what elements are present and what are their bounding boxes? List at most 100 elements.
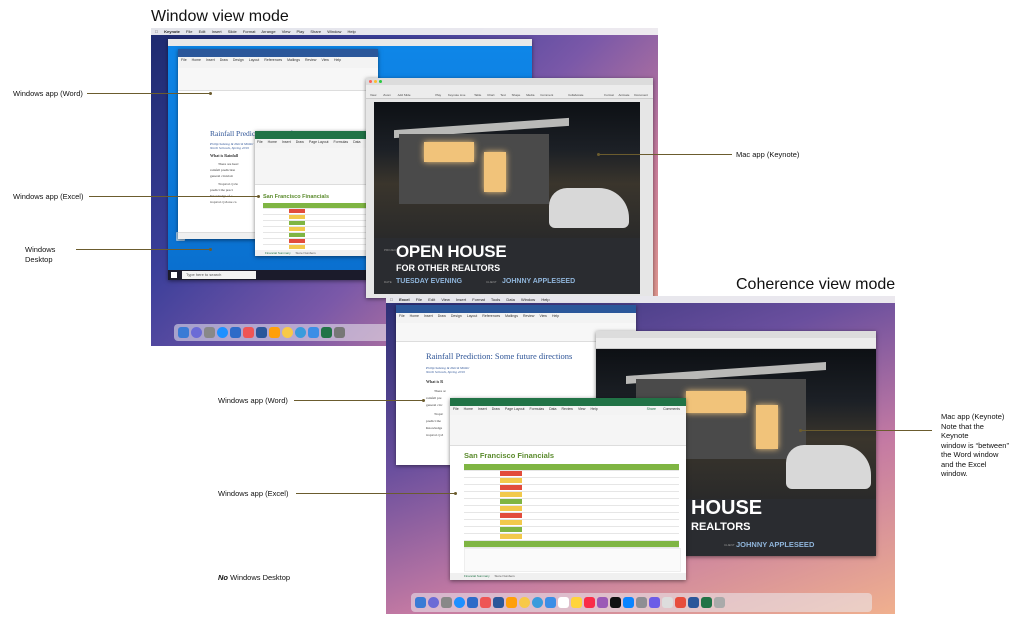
safari-icon[interactable]	[454, 597, 465, 608]
kn-add-slide-button[interactable]: Add Slide	[398, 93, 411, 97]
excel-tab-draw[interactable]: Draw	[296, 140, 304, 144]
word-tab-mailings[interactable]: Mailings	[505, 314, 518, 318]
excel-sheet-tab-summary[interactable]: Financial Summary	[464, 574, 490, 578]
apple-menu-icon[interactable]: 	[155, 29, 158, 34]
excel-dock-icon[interactable]	[321, 327, 332, 338]
minimize-icon[interactable]	[374, 80, 377, 83]
word-tab-references[interactable]: References	[264, 58, 282, 62]
menu-insert[interactable]: Insert	[212, 29, 222, 34]
launchpad-icon[interactable]	[204, 327, 215, 338]
excel-sheet-tab-store[interactable]: Store Numbers	[296, 251, 316, 255]
excel-tab-draw[interactable]: Draw	[492, 407, 500, 411]
word-tab-layout[interactable]: Layout	[249, 58, 260, 62]
excel-tab-file[interactable]: File	[257, 140, 263, 144]
excel-tab-formulas[interactable]: Formulas	[530, 407, 545, 411]
podcasts-icon[interactable]	[597, 597, 608, 608]
menu-play[interactable]: Play	[296, 29, 304, 34]
excel-grid[interactable]	[464, 464, 679, 548]
excel-tab-home[interactable]: Home	[268, 140, 277, 144]
kn-play-button[interactable]: Play	[435, 93, 441, 97]
menu-format[interactable]: Format	[243, 29, 256, 34]
kn-comment-button[interactable]: Comment	[540, 93, 553, 97]
menu-edit[interactable]: Edit	[428, 297, 435, 302]
word-tab-review[interactable]: Review	[523, 314, 534, 318]
menu-insert[interactable]: Insert	[456, 297, 466, 302]
word-tab-view[interactable]: View	[539, 314, 547, 318]
menu-file[interactable]: File	[416, 297, 422, 302]
siri-icon[interactable]	[428, 597, 439, 608]
edge-icon[interactable]	[295, 327, 306, 338]
calendar-icon[interactable]	[558, 597, 569, 608]
files-icon[interactable]	[308, 327, 319, 338]
finder-icon[interactable]	[415, 597, 426, 608]
excel-sheet-tab-summary[interactable]: Financial Summary	[265, 251, 291, 255]
siri-icon[interactable]	[191, 327, 202, 338]
kn-animate-button[interactable]: Animate	[618, 93, 629, 97]
excel-tab-review[interactable]: Review	[561, 407, 572, 411]
excel-window[interactable]: File Home Insert Draw Page Layout Formul…	[450, 398, 686, 580]
menu-edit[interactable]: Edit	[199, 29, 206, 34]
word-tab-layout[interactable]: Layout	[467, 314, 478, 318]
word-tab-insert[interactable]: Insert	[424, 314, 433, 318]
excel-tab-page-layout[interactable]: Page Layout	[309, 140, 329, 144]
skype-icon[interactable]	[649, 597, 660, 608]
menu-share[interactable]: Share	[310, 29, 321, 34]
photos-icon[interactable]	[519, 597, 530, 608]
kn-zoom-button[interactable]: Zoom	[383, 93, 391, 97]
word-tab-mailings[interactable]: Mailings	[287, 58, 300, 62]
chess-icon[interactable]	[662, 597, 673, 608]
excel-tab-help[interactable]: Help	[590, 407, 597, 411]
kn-media-button[interactable]: Media	[526, 93, 534, 97]
launchpad-icon[interactable]	[441, 597, 452, 608]
menu-window[interactable]: Window	[521, 297, 535, 302]
tv-icon[interactable]	[610, 597, 621, 608]
keynote-dock-icon[interactable]	[269, 327, 280, 338]
notes-icon[interactable]	[571, 597, 582, 608]
word-tab-home[interactable]: Home	[192, 58, 201, 62]
menu-format[interactable]: Format	[472, 297, 485, 302]
keynote-window[interactable]: View Zoom Add Slide Play Keynote Live Ta…	[366, 78, 653, 298]
word-tab-home[interactable]: Home	[410, 314, 419, 318]
word-tab-design[interactable]: Design	[233, 58, 244, 62]
menu-tools[interactable]: Tools	[491, 297, 500, 302]
excel-tab-data[interactable]: Data	[353, 140, 360, 144]
trash-icon[interactable]	[334, 327, 345, 338]
word-tab-draw[interactable]: Draw	[438, 314, 446, 318]
trash-icon[interactable]	[714, 597, 725, 608]
kn-shape-button[interactable]: Shape	[512, 93, 521, 97]
menu-view[interactable]: View	[282, 29, 291, 34]
menu-help[interactable]: Help	[541, 297, 549, 302]
excel-tab-data[interactable]: Data	[549, 407, 556, 411]
keynote-slide[interactable]: PROJECT OPEN HOUSE FOR OTHER REALTORS DA…	[374, 102, 640, 294]
excel-tab-insert[interactable]: Insert	[478, 407, 487, 411]
excel-grid[interactable]	[263, 203, 373, 251]
word-tab-review[interactable]: Review	[305, 58, 316, 62]
excel-tab-insert[interactable]: Insert	[282, 140, 291, 144]
word-dock-icon[interactable]	[256, 327, 267, 338]
word-dock-icon-2[interactable]	[688, 597, 699, 608]
edge-icon[interactable]	[532, 597, 543, 608]
word-tab-file[interactable]: File	[181, 58, 187, 62]
excel-tab-formulas[interactable]: Formulas	[334, 140, 349, 144]
finder-icon[interactable]	[178, 327, 189, 338]
kn-table-button[interactable]: Table	[474, 93, 481, 97]
excel-tab-view[interactable]: View	[578, 407, 586, 411]
photos-icon[interactable]	[282, 327, 293, 338]
kn-text-button[interactable]: Text	[500, 93, 506, 97]
excel-share-button[interactable]: Share	[647, 407, 656, 411]
kn-keynote-live-button[interactable]: Keynote Live	[448, 93, 465, 97]
files-icon[interactable]	[545, 597, 556, 608]
kn-view-button[interactable]: View	[370, 93, 376, 97]
excel-window[interactable]: File Home Insert Draw Page Layout Formul…	[255, 131, 377, 256]
menu-keynote[interactable]: Keynote	[164, 29, 180, 34]
taskbar-search-box[interactable]: Type here to search	[182, 271, 256, 279]
excel-tab-file[interactable]: File	[453, 407, 459, 411]
mail-icon[interactable]	[230, 327, 241, 338]
word-tab-draw[interactable]: Draw	[220, 58, 228, 62]
keynote-dock-icon[interactable]	[506, 597, 517, 608]
parallels-icon-2[interactable]	[675, 597, 686, 608]
system-preferences-icon[interactable]	[636, 597, 647, 608]
menu-slide[interactable]: Slide	[228, 29, 237, 34]
apple-menu-icon[interactable]: 	[390, 297, 393, 302]
menu-data[interactable]: Data	[506, 297, 514, 302]
